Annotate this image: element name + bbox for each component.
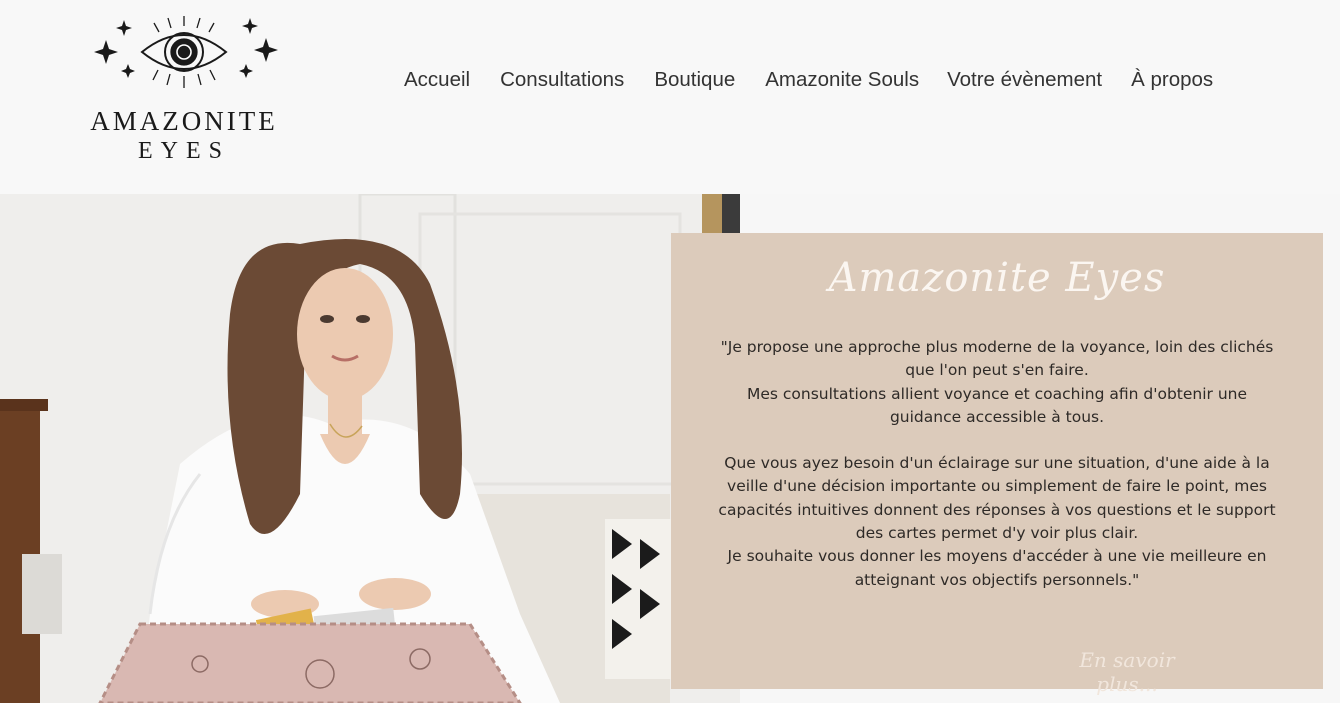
tarot-reader-illustration bbox=[0, 194, 740, 703]
brand-name-line2: EYES bbox=[138, 138, 230, 164]
learn-more-link[interactable]: En savoir plus... bbox=[1047, 648, 1207, 696]
nav-item-accueil[interactable]: Accueil bbox=[404, 66, 470, 94]
intro-card: Amazonite Eyes "Je propose une approche … bbox=[671, 233, 1323, 696]
nav-item-a-propos[interactable]: À propos bbox=[1131, 66, 1213, 94]
intro-paragraph-1b: Mes consultations allient voyance et coa… bbox=[746, 384, 1248, 426]
nav-item-votre-evenement[interactable]: Votre évènement bbox=[947, 66, 1102, 94]
site-header: AMAZONITE EYES Accueil Consultations Bou… bbox=[0, 0, 1340, 194]
site-logo[interactable]: AMAZONITE EYES bbox=[84, 14, 284, 164]
intro-paragraph-2a: Que vous ayez besoin d'un éclairage sur … bbox=[718, 454, 1276, 543]
eye-logo-icon bbox=[94, 16, 278, 88]
nav-item-consultations[interactable]: Consultations bbox=[500, 66, 624, 94]
nav-item-amazonite-souls[interactable]: Amazonite Souls bbox=[765, 66, 919, 94]
hero-photo bbox=[0, 194, 740, 703]
nav-item-boutique[interactable]: Boutique bbox=[654, 66, 735, 94]
card-title: Amazonite Eyes bbox=[828, 255, 1166, 301]
brand-name-line1: AMAZONITE bbox=[90, 106, 278, 136]
intro-paragraph-1a: "Je propose une approche plus moderne de… bbox=[720, 338, 1274, 380]
intro-paragraph-2b: Je souhaite vous donner les moyens d'acc… bbox=[727, 547, 1267, 589]
main-navigation: Accueil Consultations Boutique Amazonite… bbox=[404, 66, 1213, 94]
card-body: "Je propose une approche plus moderne de… bbox=[711, 336, 1283, 592]
